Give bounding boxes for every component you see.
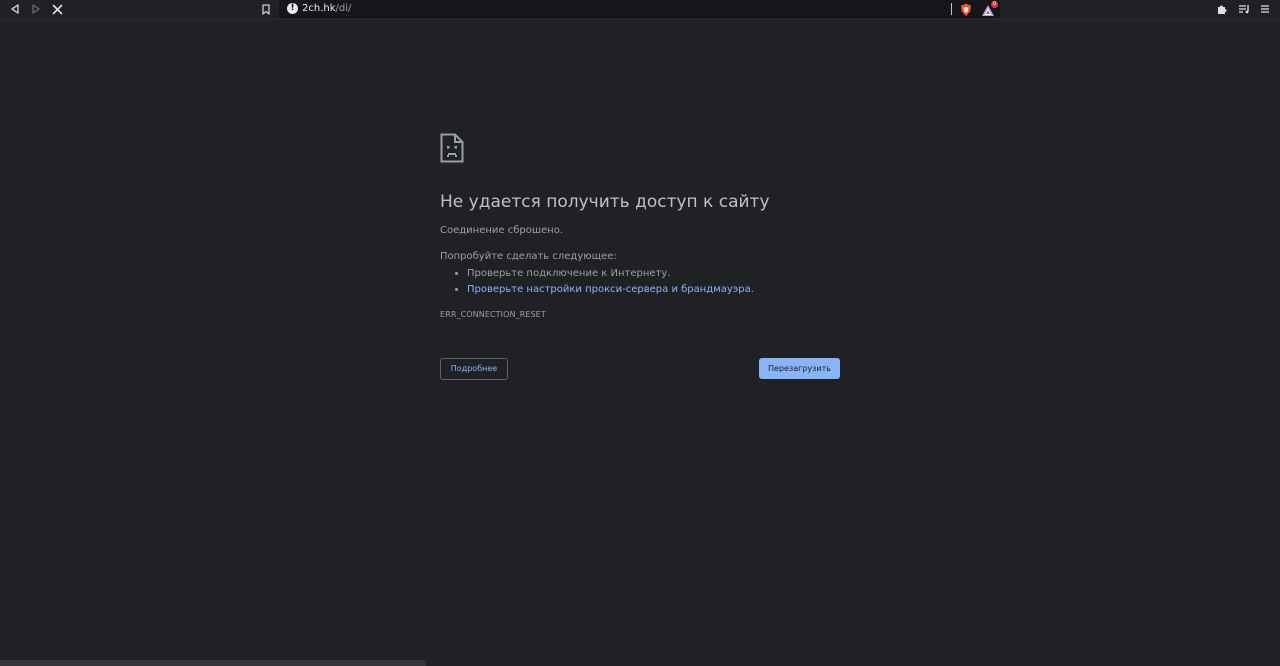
url-text[interactable]: 2ch.hk/di/ [302, 2, 351, 16]
browser-toolbar: ! 2ch.hk/di/ 0 [0, 0, 1280, 20]
url-path: /di/ [335, 3, 352, 14]
forward-arrow-icon[interactable] [29, 2, 43, 16]
url-host: 2ch.hk [302, 3, 336, 14]
omnibox-divider [951, 3, 952, 15]
suggestions-heading: Попробуйте сделать следующее: [440, 251, 617, 262]
details-button[interactable]: Подробнее [440, 358, 508, 380]
proxy-firewall-link[interactable]: Проверьте настройки прокси-сервера и бра… [467, 284, 751, 295]
info-icon[interactable]: ! [287, 3, 298, 14]
suggestions-list: Проверьте подключение к Интернету. Прове… [440, 266, 754, 298]
suggestion-check-connection: Проверьте подключение к Интернету. [467, 268, 671, 279]
playlist-icon[interactable] [1237, 2, 1251, 16]
list-item: Проверьте настройки прокси-сервера и бра… [467, 282, 754, 298]
rewards-badge: 0 [991, 1, 998, 8]
error-title: Не удается получить доступ к сайту [440, 192, 770, 212]
brave-shield-icon[interactable] [959, 2, 973, 16]
error-code: ERR_CONNECTION_RESET [440, 310, 546, 319]
address-bar[interactable]: ! 2ch.hk/di/ 0 [279, 0, 1000, 18]
error-summary: Соединение сброшено. [440, 225, 563, 236]
back-arrow-icon[interactable] [8, 2, 22, 16]
status-bar [0, 660, 426, 666]
suggestion-suffix: . [750, 284, 754, 295]
bookmark-icon[interactable] [259, 2, 273, 16]
hamburger-menu-icon[interactable] [1258, 2, 1272, 16]
sad-page-icon [440, 133, 464, 167]
reload-button[interactable]: Перезагрузить [759, 358, 840, 379]
brave-rewards-icon[interactable]: 0 [981, 1, 998, 16]
puzzle-icon[interactable] [1215, 2, 1229, 16]
list-item: Проверьте подключение к Интернету. [467, 266, 754, 282]
close-icon[interactable] [50, 2, 64, 16]
